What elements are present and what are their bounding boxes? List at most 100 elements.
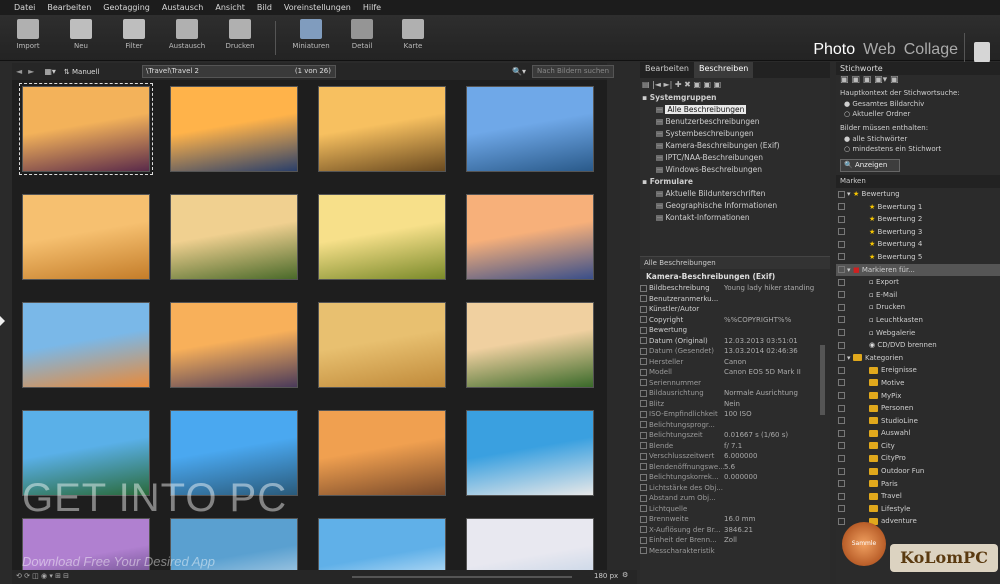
menu-ansicht[interactable]: Ansicht	[215, 3, 245, 12]
mode-collage[interactable]: Collage	[904, 41, 958, 59]
panel-tool-icons[interactable]: ▤ |◄ ►| ✚ ✖ ▣ ▣ ▣	[642, 80, 721, 89]
keyword-item[interactable]: Lifestyle	[836, 503, 1000, 516]
tree-item[interactable]: ▤ Kontakt-Informationen	[640, 212, 830, 224]
exif-checkbox[interactable]	[640, 526, 647, 533]
exif-row[interactable]: Benutzeranmerku...	[640, 294, 818, 305]
tree-item[interactable]: ▤ Alle Beschreibungen	[640, 104, 830, 116]
keyword-checkbox[interactable]	[838, 240, 845, 248]
exif-row[interactable]: Abstand zum Obj...	[640, 493, 818, 504]
exif-row[interactable]: Blitz Nein	[640, 399, 818, 410]
keyword-item[interactable]: ★ Bewertung 1	[836, 201, 1000, 214]
toolbar-karte-button[interactable]: Karte	[390, 19, 436, 50]
path-field[interactable]: \Travel\Travel 2 (1 von 26)	[142, 65, 336, 78]
exif-row[interactable]: ISO-Empfindlichkeit 100 ISO	[640, 409, 818, 420]
exif-checkbox[interactable]	[640, 400, 647, 407]
photo-thumbnail[interactable]	[19, 83, 153, 175]
search-input[interactable]: Nach Bildern suchen	[532, 65, 614, 78]
radio-whole-archive[interactable]: ● Gesamtes Bildarchiv	[836, 100, 1000, 110]
tree-item[interactable]: ▤ Benutzerbeschreibungen	[640, 116, 830, 128]
exif-row[interactable]: Hersteller Canon	[640, 357, 818, 368]
exif-checkbox[interactable]	[640, 431, 647, 439]
keyword-checkbox[interactable]	[838, 228, 845, 236]
mode-photo[interactable]: Photo	[813, 41, 855, 59]
keyword-checkbox[interactable]	[838, 379, 845, 387]
photo-thumbnail[interactable]	[318, 86, 446, 172]
photo-thumbnail[interactable]	[22, 194, 150, 280]
menu-hilfe[interactable]: Hilfe	[363, 3, 381, 12]
exif-checkbox[interactable]	[640, 389, 647, 397]
keyword-item[interactable]: ▫ Webgalerie	[836, 327, 1000, 340]
exif-row[interactable]: Einheit der Brenn... Zoll	[640, 535, 818, 546]
exif-row[interactable]: Bewertung	[640, 325, 818, 336]
photo-thumbnail[interactable]	[170, 194, 298, 280]
exif-checkbox[interactable]	[640, 295, 647, 302]
menu-datei[interactable]: Datei	[14, 3, 35, 12]
keyword-checkbox[interactable]	[838, 203, 845, 211]
exif-row[interactable]: Datum (Gesendet) 13.03.2014 02:46:36	[640, 346, 818, 357]
exif-checkbox[interactable]	[640, 410, 647, 418]
exif-row[interactable]: Lichtquelle	[640, 504, 818, 515]
toolbar-import-button[interactable]: Import	[5, 19, 51, 50]
exif-checkbox[interactable]	[640, 494, 647, 502]
keyword-item[interactable]: ▫ E-Mail	[836, 289, 1000, 302]
keyword-item[interactable]: ★ Bewertung 2	[836, 213, 1000, 226]
exif-row[interactable]: Modell Canon EOS 5D Mark II	[640, 367, 818, 378]
exif-checkbox[interactable]	[640, 536, 647, 544]
exif-row[interactable]: Seriennummer	[640, 378, 818, 389]
tree-item[interactable]: ▤ Geographische Informationen	[640, 200, 830, 212]
exif-checkbox[interactable]	[640, 358, 647, 365]
keyword-item[interactable]: Motive	[836, 377, 1000, 390]
keyword-item[interactable]: CityPro	[836, 452, 1000, 465]
exif-scrollbar[interactable]	[820, 345, 825, 415]
tree-item[interactable]: ▤ Kamera-Beschreibungen (Exif)	[640, 140, 830, 152]
keywords-toolbar[interactable]: ▣ ▣ ▣ ▣▾ ▣	[836, 75, 1000, 89]
exif-row[interactable]: Blendenöffnungswe... 5.6	[640, 462, 818, 473]
expand-icon[interactable]: ▪	[642, 93, 650, 102]
exif-checkbox[interactable]	[640, 442, 647, 449]
tab-describe[interactable]: Beschreiben	[693, 62, 754, 78]
keyword-item[interactable]: ★ Bewertung 5	[836, 251, 1000, 264]
keyword-item[interactable]: StudioLine	[836, 415, 1000, 428]
exif-row[interactable]: Künstler/Autor	[640, 304, 818, 315]
exif-checkbox[interactable]	[640, 505, 647, 512]
toolbar-neu-button[interactable]: Neu	[58, 19, 104, 50]
exif-checkbox[interactable]	[640, 473, 647, 481]
expand-icon[interactable]: ▪	[642, 177, 650, 186]
keyword-checkbox[interactable]	[838, 417, 845, 425]
keyword-item[interactable]: ▾ ★ Bewertung	[836, 188, 1000, 201]
keyword-checkbox[interactable]	[838, 354, 845, 362]
show-button[interactable]: 🔍 Anzeigen	[840, 159, 900, 172]
zoom-slider[interactable]	[352, 576, 572, 578]
tree-item[interactable]: ▪ Systemgruppen	[640, 92, 830, 104]
menu-bearbeiten[interactable]: Bearbeiten	[47, 3, 91, 12]
keyword-item[interactable]: Travel	[836, 490, 1000, 503]
menu-bild[interactable]: Bild	[257, 3, 272, 12]
keyword-checkbox[interactable]	[838, 303, 845, 311]
keyword-item[interactable]: ▾ ■ Markieren für...	[836, 263, 1000, 277]
exif-row[interactable]: Verschlusszeitwert 6.000000	[640, 451, 818, 462]
exif-row[interactable]: Datum (Original) 12.03.2013 03:51:01	[640, 336, 818, 347]
exif-row[interactable]: Brennweite 16.0 mm	[640, 514, 818, 525]
exif-checkbox[interactable]	[640, 326, 647, 334]
keyword-item[interactable]: Personen	[836, 402, 1000, 415]
menu-geotagging[interactable]: Geotagging	[103, 3, 150, 12]
keyword-checkbox[interactable]	[838, 291, 845, 299]
keyword-item[interactable]: ★ Bewertung 4	[836, 238, 1000, 251]
radio-any-keyword[interactable]: ○ mindestens ein Stichwort	[836, 145, 1000, 157]
forward-arrow-icon[interactable]: ►	[28, 67, 34, 76]
keyword-item[interactable]: ★ Bewertung 3	[836, 226, 1000, 239]
keyword-item[interactable]: Outdoor Fun	[836, 465, 1000, 478]
exif-checkbox[interactable]	[640, 284, 647, 292]
collapse-left-icon[interactable]	[0, 316, 5, 326]
photo-thumbnail[interactable]	[170, 302, 298, 388]
keyword-checkbox[interactable]	[838, 442, 845, 450]
exif-checkbox[interactable]	[640, 368, 647, 376]
keyword-item[interactable]: Paris	[836, 478, 1000, 491]
view-grid-icon[interactable]: ▦▾	[44, 67, 56, 76]
tab-edit[interactable]: Bearbeiten	[640, 62, 694, 78]
tree-item[interactable]: ▤ Systembeschreibungen	[640, 128, 830, 140]
photo-thumbnail[interactable]	[466, 86, 594, 172]
photo-thumbnail[interactable]	[318, 518, 446, 570]
exif-row[interactable]: Copyright %%COPYRIGHT%%	[640, 315, 818, 326]
exif-row[interactable]: Belichtungsprogr...	[640, 420, 818, 431]
